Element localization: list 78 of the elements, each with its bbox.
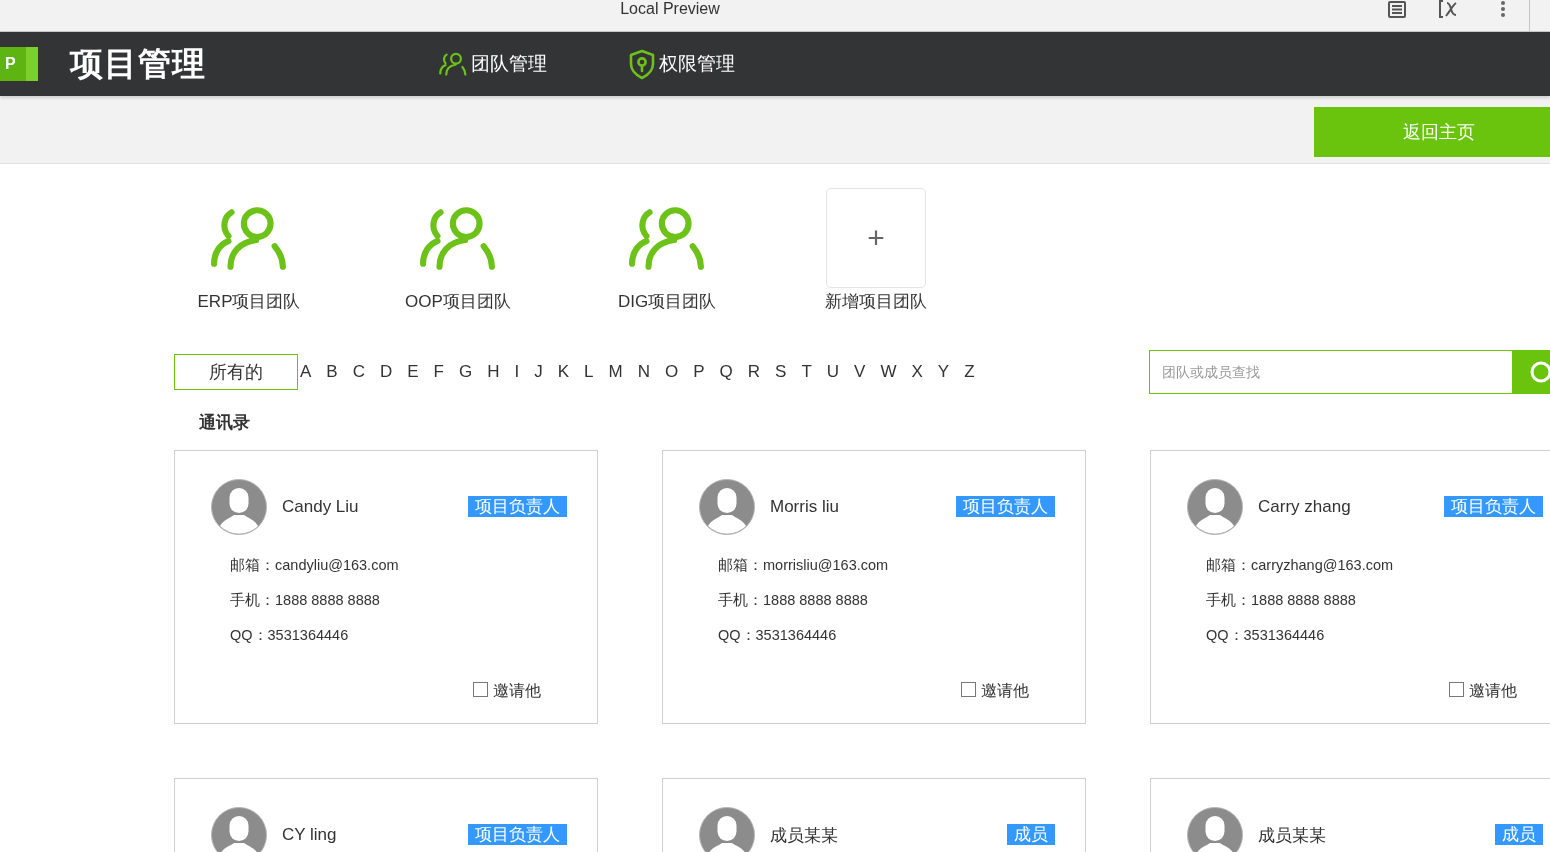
team-name[interactable]: ERP项目团队 bbox=[197, 291, 301, 313]
role-badge: 成员 bbox=[1495, 824, 1543, 845]
letter-filter[interactable]: S bbox=[774, 354, 788, 390]
more-menu-icon[interactable] bbox=[1501, 1, 1505, 17]
contact-name: 成员某某 bbox=[770, 824, 839, 847]
letter-filter[interactable]: A bbox=[299, 354, 313, 390]
app-title: 项目管理 bbox=[70, 43, 206, 84]
email-text: 邮箱：candyliu@163.com bbox=[230, 556, 400, 575]
team-icon bbox=[211, 205, 287, 271]
role-badge: 项目负责人 bbox=[468, 496, 567, 517]
nav-link[interactable]: 权限管理 bbox=[629, 48, 735, 80]
letter-filter[interactable]: W bbox=[879, 354, 898, 390]
search-icon bbox=[1530, 361, 1550, 383]
checkbox[interactable] bbox=[473, 681, 488, 697]
letter-filter[interactable]: L bbox=[583, 354, 595, 390]
phone-text: 手机：1888 8888 8888 bbox=[230, 591, 381, 610]
shield-icon bbox=[629, 48, 655, 80]
invite-label[interactable]: 邀请他 bbox=[493, 681, 541, 701]
role-badge: 成员 bbox=[1007, 824, 1055, 845]
letter-filter[interactable]: T bbox=[800, 354, 813, 390]
letter-filter[interactable]: Q bbox=[718, 354, 734, 390]
team-icon bbox=[629, 205, 705, 271]
letter-filter[interactable]: H bbox=[486, 354, 501, 390]
letter-filter[interactable]: X bbox=[910, 354, 924, 390]
role-badge: 项目负责人 bbox=[468, 824, 567, 845]
search-field[interactable]: 团队或成员查找 bbox=[1149, 350, 1512, 394]
letter-filter[interactable]: R bbox=[746, 354, 762, 390]
letter-filter[interactable]: B bbox=[325, 354, 339, 390]
invite-label[interactable]: 邀请他 bbox=[1469, 681, 1517, 701]
contact-name: Morris liu bbox=[770, 497, 840, 517]
window-title: Local Preview bbox=[619, 0, 721, 19]
role-badge: 项目负责人 bbox=[1444, 496, 1543, 517]
contact-name: Candy Liu bbox=[282, 497, 360, 517]
section-title: 通讯录 bbox=[199, 412, 251, 434]
contact-name: CY ling bbox=[282, 825, 338, 845]
checkbox[interactable] bbox=[1449, 681, 1464, 697]
letter-filter[interactable]: D bbox=[378, 354, 394, 390]
user-avatar-icon bbox=[1187, 479, 1243, 535]
letter-filter[interactable]: J bbox=[533, 354, 544, 390]
letter-filter[interactable]: Y bbox=[936, 354, 951, 390]
letter-filter[interactable]: G bbox=[458, 354, 474, 390]
letter-filter[interactable]: M bbox=[607, 354, 624, 390]
letter-filter[interactable]: C bbox=[351, 354, 366, 390]
team-name[interactable]: 新增项目团队 bbox=[825, 291, 927, 313]
app-logo: P bbox=[0, 47, 38, 81]
qq-text: QQ：3531364446 bbox=[718, 626, 838, 645]
invite-label[interactable]: 邀请他 bbox=[981, 681, 1029, 701]
email-text: 邮箱：morrisliu@163.com bbox=[718, 556, 890, 575]
letter-filter[interactable]: F bbox=[432, 354, 445, 390]
nav-link[interactable]: 团队管理 bbox=[439, 48, 547, 80]
letter-filter[interactable]: V bbox=[853, 354, 867, 390]
team-icon bbox=[420, 205, 496, 271]
contact-name: Carry zhang bbox=[1258, 497, 1352, 517]
letter-filter[interactable]: Z bbox=[963, 354, 976, 390]
team-name[interactable]: OOP项目团队 bbox=[405, 291, 511, 313]
qq-text: QQ：3531364446 bbox=[1206, 626, 1326, 645]
user-avatar-icon bbox=[699, 479, 755, 535]
letter-filter[interactable]: K bbox=[556, 354, 571, 390]
letter-filter[interactable]: E bbox=[406, 354, 420, 390]
phone-text: 手机：1888 8888 8888 bbox=[1206, 591, 1357, 610]
letter-filter[interactable]: N bbox=[636, 354, 651, 390]
qq-text: QQ：3531364446 bbox=[230, 626, 350, 645]
team-name[interactable]: DIG项目团队 bbox=[617, 291, 717, 313]
role-badge: 项目负责人 bbox=[956, 496, 1055, 517]
letter-filter[interactable]: P bbox=[692, 354, 706, 390]
team-icon bbox=[439, 52, 467, 76]
letter-filter[interactable]: U bbox=[825, 354, 841, 390]
letter-filter[interactable]: I bbox=[513, 354, 521, 390]
contact-name: 成员某某 bbox=[1258, 824, 1327, 847]
letter-filter[interactable]: O bbox=[664, 354, 680, 390]
email-text: 邮箱：carryzhang@163.com bbox=[1206, 556, 1395, 575]
document-icon[interactable] bbox=[1388, 1, 1406, 18]
letter-filter[interactable]: 所有的 bbox=[174, 354, 298, 390]
formula-icon[interactable] bbox=[1439, 0, 1459, 18]
checkbox[interactable] bbox=[961, 681, 976, 697]
user-avatar-icon bbox=[211, 479, 267, 535]
add-team-button[interactable]: + bbox=[826, 188, 926, 288]
phone-text: 手机：1888 8888 8888 bbox=[718, 591, 869, 610]
